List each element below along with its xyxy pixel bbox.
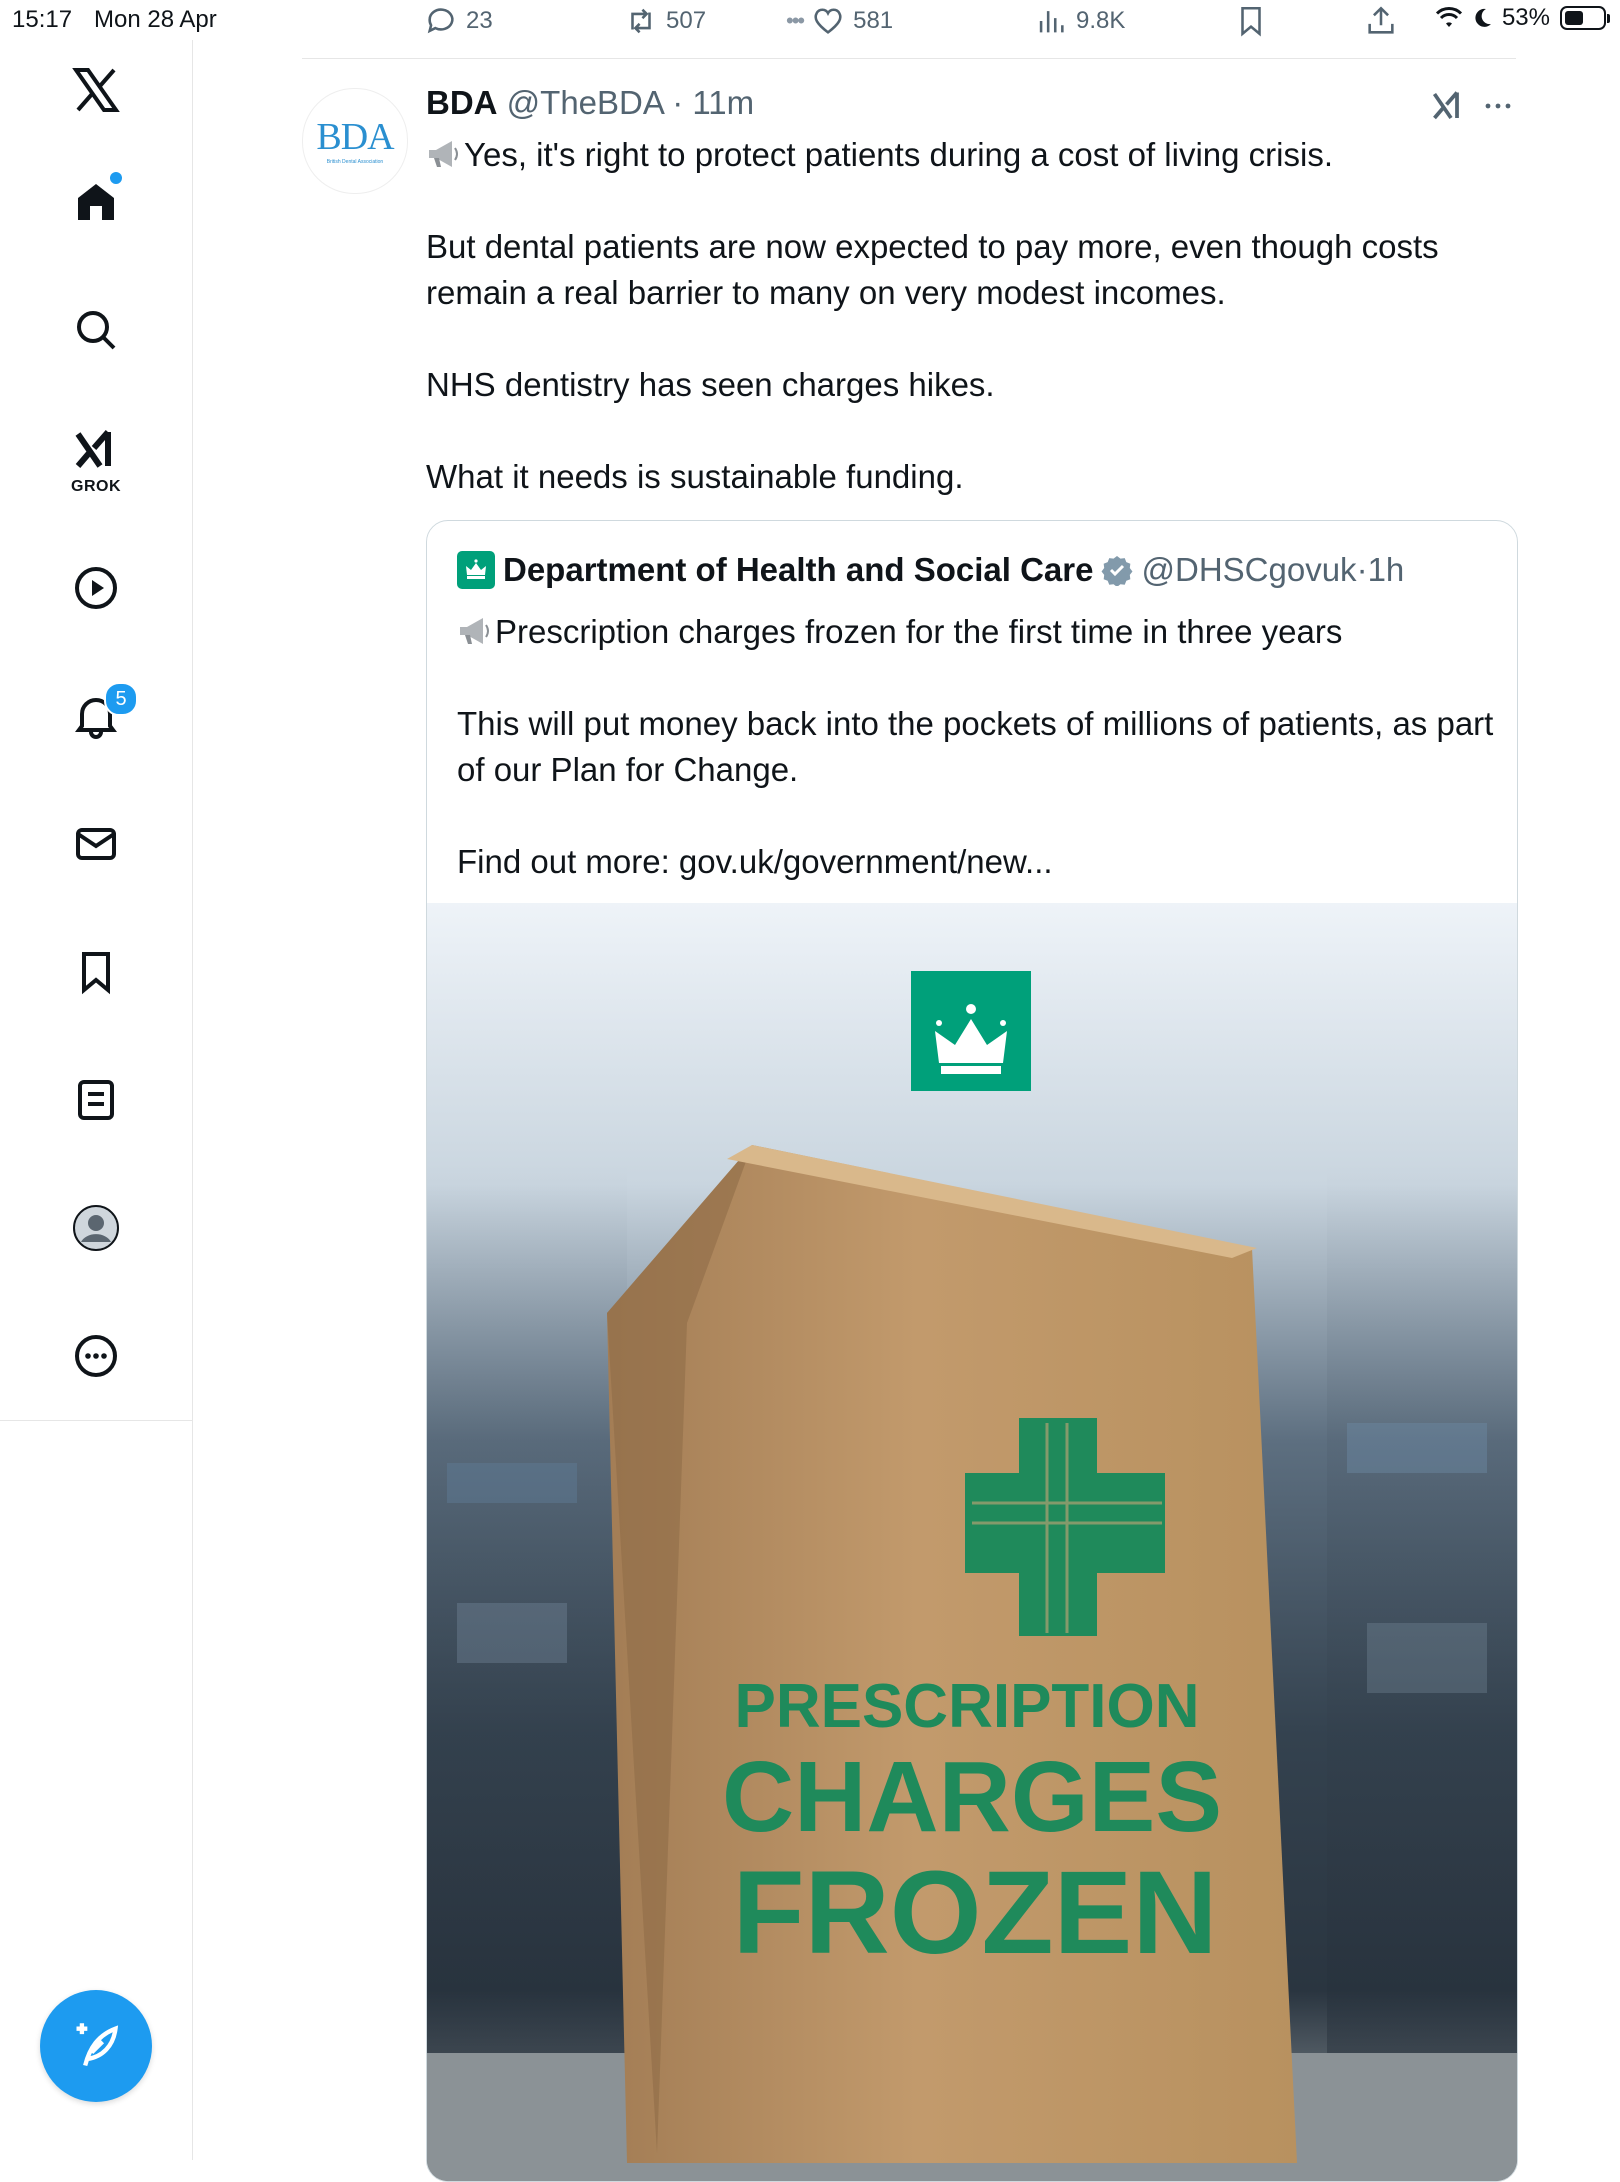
prescription-bag-illustration: PRESCRIPTION CHARGES FROZEN xyxy=(427,971,1517,2181)
sidebar-divider xyxy=(0,1420,192,1421)
quoted-author-handle: @DHSCgovuk xyxy=(1141,551,1357,588)
reply-count: 23 xyxy=(466,7,493,34)
repost-count: 507 xyxy=(666,7,707,34)
share-button[interactable] xyxy=(1364,4,1398,38)
more-circle-icon xyxy=(75,1335,117,1377)
grok-explain-icon[interactable] xyxy=(1430,88,1466,124)
sidebar-item-profile[interactable] xyxy=(66,1198,126,1258)
grok-label: GROK xyxy=(71,478,121,495)
battery-icon xyxy=(1560,6,1610,30)
quoted-tweet-image[interactable]: PRESCRIPTION CHARGES FROZEN xyxy=(427,903,1517,2181)
dhsc-avatar xyxy=(457,551,495,589)
play-icon xyxy=(75,567,117,609)
avatar-logo-subtext: British Dental Association xyxy=(326,158,384,165)
battery-percent: 53% xyxy=(1501,4,1550,31)
like-count: 581 xyxy=(853,7,894,34)
quoted-paragraph-1: Prescription charges frozen for the firs… xyxy=(495,613,1343,650)
tweet-paragraph-4: What it needs is sustainable funding. xyxy=(426,458,964,495)
bookmark-button[interactable] xyxy=(1234,4,1268,38)
tweet-body: Yes, it's right to protect patients duri… xyxy=(426,132,1516,546)
notifications-badge: 5 xyxy=(104,682,138,716)
bag-text-line1: PRESCRIPTION xyxy=(734,1672,1199,1741)
quoted-tweet-time: 1h xyxy=(1367,551,1405,588)
sidebar-item-messages[interactable] xyxy=(66,814,126,874)
tweet-paragraph-1: Yes, it's right to protect patients duri… xyxy=(464,136,1333,173)
tweet-paragraph-3: NHS dentistry has seen charges hikes. xyxy=(426,366,995,403)
quoted-author-name: Department of Health and Social Care xyxy=(503,551,1094,588)
sidebar-item-notifications[interactable]: 5 xyxy=(66,682,138,746)
home-unread-dot xyxy=(110,172,122,184)
loading-dots: ••• xyxy=(786,8,805,33)
mail-icon xyxy=(76,828,116,860)
reply-button[interactable]: 23 xyxy=(424,4,493,38)
grok-icon xyxy=(75,430,111,468)
compose-icon xyxy=(76,2023,119,2067)
bookmark-icon xyxy=(1241,6,1261,37)
bag-text-line2: CHARGES xyxy=(722,1741,1222,1853)
status-date: Mon 28 Apr xyxy=(94,6,217,33)
avatar-logo-text: BDA xyxy=(316,115,394,158)
quoted-tweet-header: Department of Health and Social Care @DH… xyxy=(457,551,1404,589)
sidebar-item-grok[interactable] xyxy=(66,420,126,480)
more-options-icon[interactable] xyxy=(1482,96,1514,116)
status-right: 53% xyxy=(1435,4,1610,32)
lists-icon xyxy=(78,1080,114,1120)
quoted-paragraph-2: This will put money back into the pocket… xyxy=(457,705,1494,788)
repost-button[interactable]: 507 xyxy=(624,4,706,38)
tweet-time[interactable]: 11m xyxy=(692,84,754,121)
tweet-header: BDA @TheBDA · 11m xyxy=(426,84,755,121)
bookmark-nav-icon xyxy=(82,952,110,995)
heart-icon xyxy=(814,8,842,34)
repost-icon xyxy=(631,8,651,34)
author-name[interactable]: BDA xyxy=(426,84,498,121)
avatar[interactable]: BDA British Dental Association xyxy=(302,88,408,194)
share-icon xyxy=(1368,6,1394,34)
home-icon xyxy=(78,184,114,220)
verified-badge-icon xyxy=(1102,556,1133,586)
sidebar-item-explore[interactable] xyxy=(66,300,126,360)
x-logo-icon xyxy=(72,68,120,112)
megaphone-icon xyxy=(429,141,458,167)
sidebar-item-home[interactable] xyxy=(66,172,126,232)
crown-icon xyxy=(466,559,486,579)
author-handle[interactable]: @TheBDA xyxy=(507,84,663,121)
compose-button[interactable] xyxy=(40,1990,152,2102)
wifi-icon xyxy=(1435,7,1462,27)
search-icon xyxy=(77,311,116,350)
top-divider xyxy=(302,58,1516,59)
profile-icon xyxy=(73,1205,119,1251)
quoted-tweet-body: Prescription charges frozen for the firs… xyxy=(457,609,1497,931)
tweet-paragraph-2: But dental patients are now expected to … xyxy=(426,228,1439,311)
quoted-tweet[interactable]: Department of Health and Social Care @DH… xyxy=(426,520,1518,2182)
bag-text-line3: FROZEN xyxy=(732,1847,1217,1979)
views-icon xyxy=(1039,11,1064,33)
x-logo[interactable] xyxy=(66,60,126,120)
like-button[interactable]: ••• 581 xyxy=(786,4,893,38)
status-time: 15:17 xyxy=(12,6,73,33)
reply-icon xyxy=(427,8,454,34)
quoted-paragraph-3[interactable]: Find out more: gov.uk/government/new... xyxy=(457,839,1497,885)
views-count: 9.8K xyxy=(1076,7,1126,34)
sidebar-item-more[interactable] xyxy=(66,1326,126,1386)
moon-icon xyxy=(1475,8,1491,27)
sidebar-item-bookmarks[interactable] xyxy=(66,942,126,1002)
sidebar-item-lists[interactable] xyxy=(66,1070,126,1130)
sidebar-item-video[interactable] xyxy=(66,558,126,618)
megaphone-icon xyxy=(460,618,489,644)
views-button[interactable]: 9.8K xyxy=(1034,4,1125,38)
